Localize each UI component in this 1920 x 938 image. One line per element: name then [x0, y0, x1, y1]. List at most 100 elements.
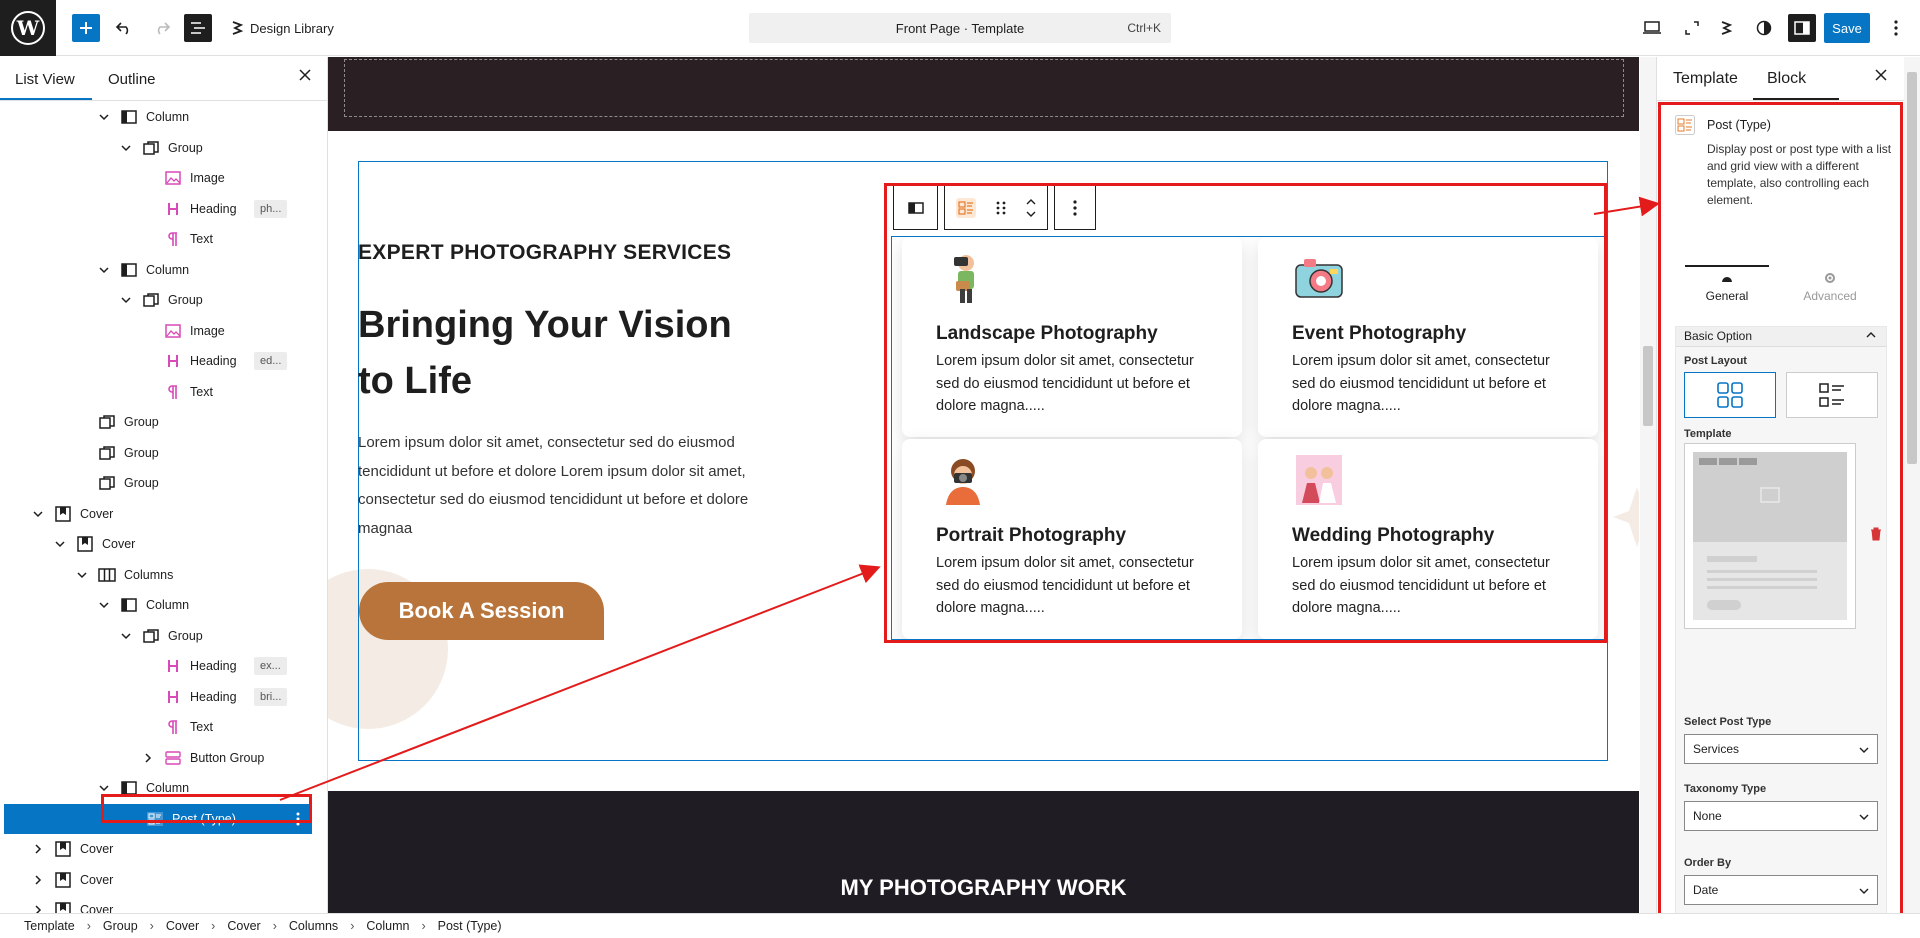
- list-view-item[interactable]: Image: [0, 316, 327, 346]
- list-view-item[interactable]: Button Group: [0, 743, 327, 773]
- chevron-down-icon[interactable]: [120, 142, 132, 154]
- chevron-down-icon[interactable]: [76, 569, 88, 581]
- list-view-item[interactable]: Heading bri...: [0, 682, 327, 712]
- list-view-item[interactable]: Text: [0, 377, 327, 407]
- list-view-item[interactable]: Column: [0, 773, 327, 803]
- empty-block-placeholder[interactable]: [344, 59, 1624, 117]
- list-view-item[interactable]: Group: [0, 621, 327, 651]
- layout-grid-option[interactable]: [1684, 372, 1776, 418]
- design-library-button[interactable]: Design Library: [230, 12, 350, 44]
- breadcrumb-item[interactable]: Template: [24, 919, 75, 933]
- list-view-item[interactable]: Column: [0, 102, 327, 132]
- tab-general[interactable]: General: [1685, 265, 1769, 309]
- service-card[interactable]: Event Photography Lorem ipsum dolor sit …: [1258, 237, 1598, 437]
- breadcrumb-item[interactable]: Group: [103, 919, 138, 933]
- chevron-down-icon[interactable]: [98, 782, 110, 794]
- list-view-item[interactable]: Group: [0, 407, 327, 437]
- parent-block-button[interactable]: [893, 185, 938, 230]
- trash-icon[interactable]: [1870, 527, 1882, 541]
- save-button[interactable]: Save: [1824, 13, 1870, 43]
- canvas-scrollbar-thumb[interactable]: [1643, 346, 1653, 426]
- post-type-icon[interactable]: [955, 197, 977, 219]
- add-block-button[interactable]: [72, 14, 100, 42]
- list-view-item[interactable]: Cover: [0, 895, 327, 913]
- breadcrumb-item[interactable]: Cover: [227, 919, 260, 933]
- list-view-item[interactable]: Columns: [0, 560, 327, 590]
- chevron-down-icon[interactable]: [98, 111, 110, 123]
- document-overview-button[interactable]: [184, 14, 212, 42]
- settings-sidebar-button[interactable]: [1788, 14, 1816, 42]
- service-card[interactable]: Landscape Photography Lorem ipsum dolor …: [902, 237, 1242, 437]
- design-library-icon: [232, 21, 244, 35]
- undo-button[interactable]: [112, 12, 136, 44]
- breadcrumb-item[interactable]: Columns: [289, 919, 338, 933]
- tab-block[interactable]: Block: [1767, 70, 1806, 88]
- canvas-scrollbar[interactable]: [1640, 57, 1656, 913]
- list-view-item[interactable]: Heading ed...: [0, 346, 327, 376]
- list-view-item[interactable]: Post (Type): [4, 803, 312, 834]
- chevron-right-icon[interactable]: [32, 874, 44, 886]
- redo-button[interactable]: [150, 12, 174, 44]
- wordpress-logo-icon[interactable]: W: [0, 0, 56, 56]
- breadcrumb-item[interactable]: Cover: [166, 919, 199, 933]
- tab-template[interactable]: Template: [1673, 70, 1738, 88]
- tab-list-view[interactable]: List View: [15, 71, 75, 88]
- tab-advanced[interactable]: Advanced: [1785, 265, 1875, 309]
- breadcrumb-item[interactable]: Post (Type): [438, 919, 502, 933]
- settings-scrollbar-thumb[interactable]: [1907, 72, 1917, 464]
- section-eyebrow-heading[interactable]: EXPERT PHOTOGRAPHY SERVICES: [358, 241, 731, 265]
- chevron-down-icon[interactable]: [54, 538, 66, 550]
- styles-button[interactable]: [1752, 12, 1776, 44]
- chevron-down-icon[interactable]: [98, 264, 110, 276]
- chevron-down-icon[interactable]: [98, 599, 110, 611]
- basic-option-header[interactable]: Basic Option: [1676, 327, 1886, 347]
- post-type-grid[interactable]: Landscape Photography Lorem ipsum dolor …: [891, 236, 1608, 640]
- list-view-item[interactable]: Group: [0, 285, 327, 315]
- order-by-select[interactable]: Date: [1684, 875, 1878, 905]
- list-view-item[interactable]: Column: [0, 255, 327, 285]
- list-view-item[interactable]: Heading ph...: [0, 194, 327, 224]
- layout-list-option[interactable]: [1786, 372, 1878, 418]
- chevron-right-icon[interactable]: [32, 843, 44, 855]
- command-palette-bar[interactable]: Front Page · Template Ctrl+K: [749, 13, 1171, 43]
- hero-heading[interactable]: Bringing Your Vision to Life: [358, 297, 778, 409]
- list-view-item[interactable]: Column: [0, 590, 327, 620]
- chevron-right-icon[interactable]: [32, 904, 44, 913]
- drag-handle-icon[interactable]: [996, 200, 1006, 216]
- options-button[interactable]: [1884, 12, 1908, 44]
- close-icon[interactable]: [1875, 69, 1887, 81]
- service-card[interactable]: Portrait Photography Lorem ipsum dolor s…: [902, 439, 1242, 639]
- external-preview-button[interactable]: [1680, 12, 1704, 44]
- list-view-item[interactable]: Image: [0, 163, 327, 193]
- list-view-item[interactable]: Group: [0, 468, 327, 498]
- list-view-item[interactable]: Group: [0, 438, 327, 468]
- chevron-down-icon[interactable]: [120, 294, 132, 306]
- tab-outline[interactable]: Outline: [108, 71, 156, 88]
- close-icon[interactable]: [299, 69, 311, 81]
- more-vertical-icon[interactable]: [296, 812, 300, 826]
- block-options-button[interactable]: [1054, 185, 1096, 230]
- template-preview[interactable]: [1684, 443, 1856, 629]
- plugin-button[interactable]: [1714, 12, 1738, 44]
- section-heading[interactable]: MY PHOTOGRAPHY WORK: [328, 875, 1639, 901]
- list-view-panel: List View Outline Column Group Image Headin…: [0, 57, 328, 913]
- chevron-down-icon[interactable]: [32, 508, 44, 520]
- book-session-button[interactable]: Book A Session: [359, 582, 604, 640]
- preview-desktop-button[interactable]: [1640, 12, 1664, 44]
- service-card[interactable]: Wedding Photography Lorem ipsum dolor si…: [1258, 439, 1598, 639]
- breadcrumb-item[interactable]: Column: [366, 919, 409, 933]
- list-view-item[interactable]: Cover: [0, 529, 327, 559]
- post-type-select[interactable]: Services: [1684, 734, 1878, 764]
- hero-paragraph[interactable]: Lorem ipsum dolor sit amet, consectetur …: [358, 429, 798, 543]
- list-view-item[interactable]: Text: [0, 712, 327, 742]
- list-view-item[interactable]: Cover: [0, 834, 327, 864]
- list-view-item[interactable]: Heading ex...: [0, 651, 327, 681]
- list-view-item[interactable]: Group: [0, 133, 327, 163]
- chevron-down-icon[interactable]: [120, 630, 132, 642]
- taxonomy-type-select[interactable]: None: [1684, 801, 1878, 831]
- list-view-item[interactable]: Text: [0, 224, 327, 254]
- chevron-right-icon[interactable]: [142, 752, 154, 764]
- list-view-item[interactable]: Cover: [0, 499, 327, 529]
- list-view-item[interactable]: Cover: [0, 865, 327, 895]
- move-up-down-icon[interactable]: [1025, 196, 1037, 220]
